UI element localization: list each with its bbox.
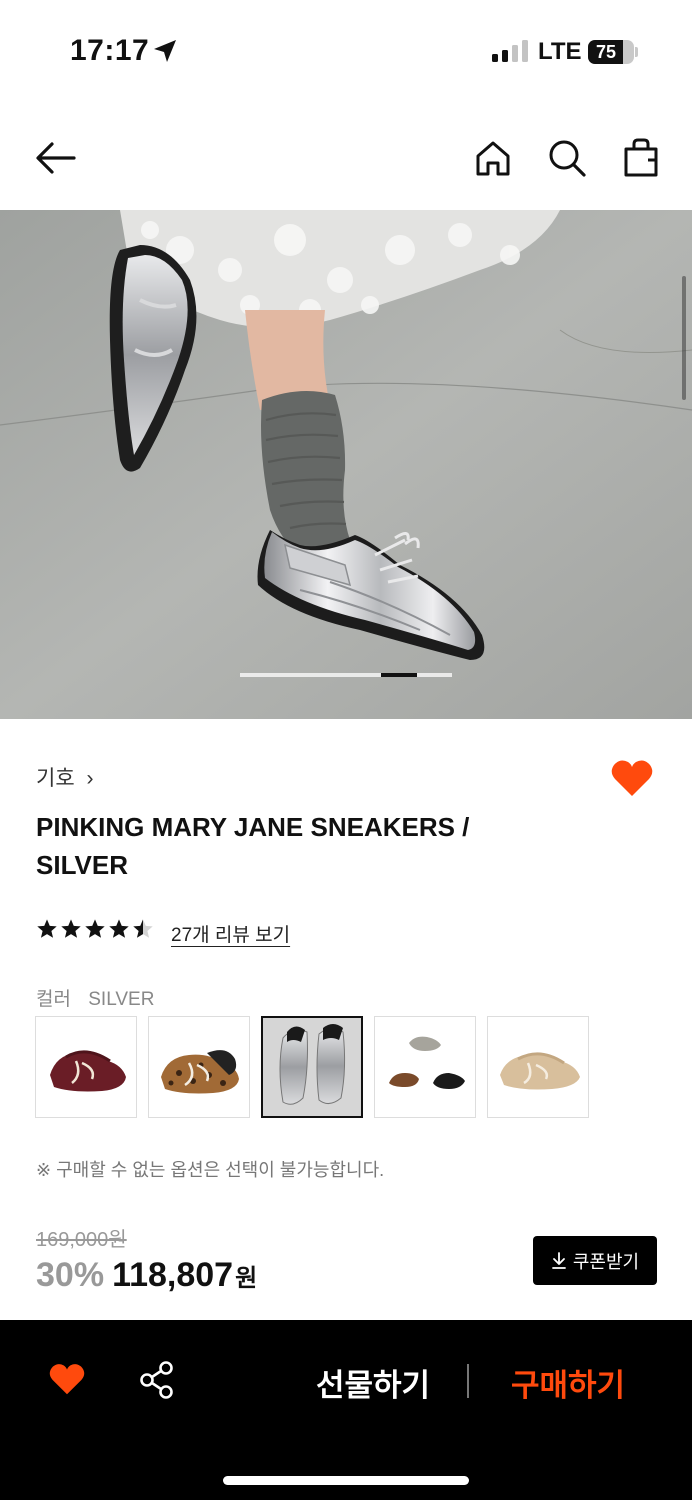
shopping-bag-icon <box>624 138 658 177</box>
color-value: SILVER <box>88 989 155 1010</box>
rating-stars <box>36 918 154 940</box>
star-icon <box>61 919 81 938</box>
back-button[interactable] <box>34 136 78 180</box>
status-bar: 17:17 LTE 75 <box>0 0 692 100</box>
silver-shoe-thumb <box>263 1018 361 1116</box>
arrow-left-icon <box>36 142 76 174</box>
status-time: 17:17 <box>70 34 150 67</box>
leopard-shoe-thumb <box>161 1050 239 1094</box>
price-row: 30% 118,807 원 <box>36 1256 257 1295</box>
star-icon <box>85 919 105 938</box>
home-indicator[interactable] <box>223 1476 469 1485</box>
swatch-leopard[interactable] <box>148 1016 250 1118</box>
cart-button[interactable] <box>619 136 663 180</box>
color-swatches <box>35 1016 589 1118</box>
carousel-progress-active <box>381 673 417 677</box>
wishlist-heart-icon[interactable] <box>610 758 654 798</box>
battery-nub <box>635 47 638 57</box>
bottom-action-bar: 선물하기 구매하기 <box>0 1320 692 1500</box>
beige-shoe-thumb <box>500 1052 580 1090</box>
carousel-progress <box>240 673 452 677</box>
sale-price: 118,807 <box>112 1256 234 1294</box>
location-arrow-icon <box>154 40 176 62</box>
divider <box>467 1364 469 1398</box>
burgundy-shoe-thumb <box>50 1050 126 1092</box>
page-scrollbar[interactable] <box>682 276 686 400</box>
multi-shoe-thumb <box>389 1036 465 1089</box>
coupon-button[interactable]: 쿠폰받기 <box>533 1236 657 1285</box>
product-image-carousel[interactable] <box>0 210 692 719</box>
buy-button[interactable]: 구매하기 <box>511 1360 625 1405</box>
home-icon <box>476 141 510 176</box>
star-icon <box>109 919 129 938</box>
home-button[interactable] <box>471 136 515 180</box>
swatch-multi[interactable] <box>374 1016 476 1118</box>
gift-button[interactable]: 선물하기 <box>316 1360 430 1405</box>
star-icon <box>37 919 57 938</box>
discount-rate: 30% <box>36 1256 105 1294</box>
swatch-beige[interactable] <box>487 1016 589 1118</box>
battery-percent: 75 <box>595 42 617 62</box>
color-label: 컬러 <box>36 989 71 1010</box>
search-icon <box>549 140 586 177</box>
like-heart-icon[interactable] <box>48 1362 86 1396</box>
currency-unit: 원 <box>235 1265 258 1292</box>
review-link[interactable]: 27개 리뷰 보기 <box>171 920 290 947</box>
download-icon <box>551 1251 566 1269</box>
search-button[interactable] <box>545 136 589 180</box>
top-nav <box>0 120 692 196</box>
chevron-right-icon: › <box>86 767 94 790</box>
original-price: 169,000원 <box>36 1229 127 1251</box>
brand-link[interactable]: 기호 › <box>36 762 93 792</box>
product-photo <box>0 210 692 719</box>
color-option-label: 컬러 SILVER <box>36 984 154 1011</box>
battery-icon: 75 <box>588 40 634 64</box>
option-notice: ※ 구매할 수 없는 옵션은 선택이 불가능합니다. <box>36 1160 385 1180</box>
swatch-silver[interactable] <box>261 1016 363 1118</box>
brand-name: 기호 <box>36 767 75 790</box>
coupon-button-label: 쿠폰받기 <box>572 1251 640 1272</box>
star-icon <box>133 919 153 938</box>
share-icon[interactable] <box>138 1360 176 1400</box>
swatch-burgundy[interactable] <box>35 1016 137 1118</box>
product-title: PINKING MARY JANE SNEAKERS / SILVER <box>36 812 470 880</box>
cellular-signal-icon <box>492 40 528 62</box>
network-type: LTE <box>538 38 582 65</box>
